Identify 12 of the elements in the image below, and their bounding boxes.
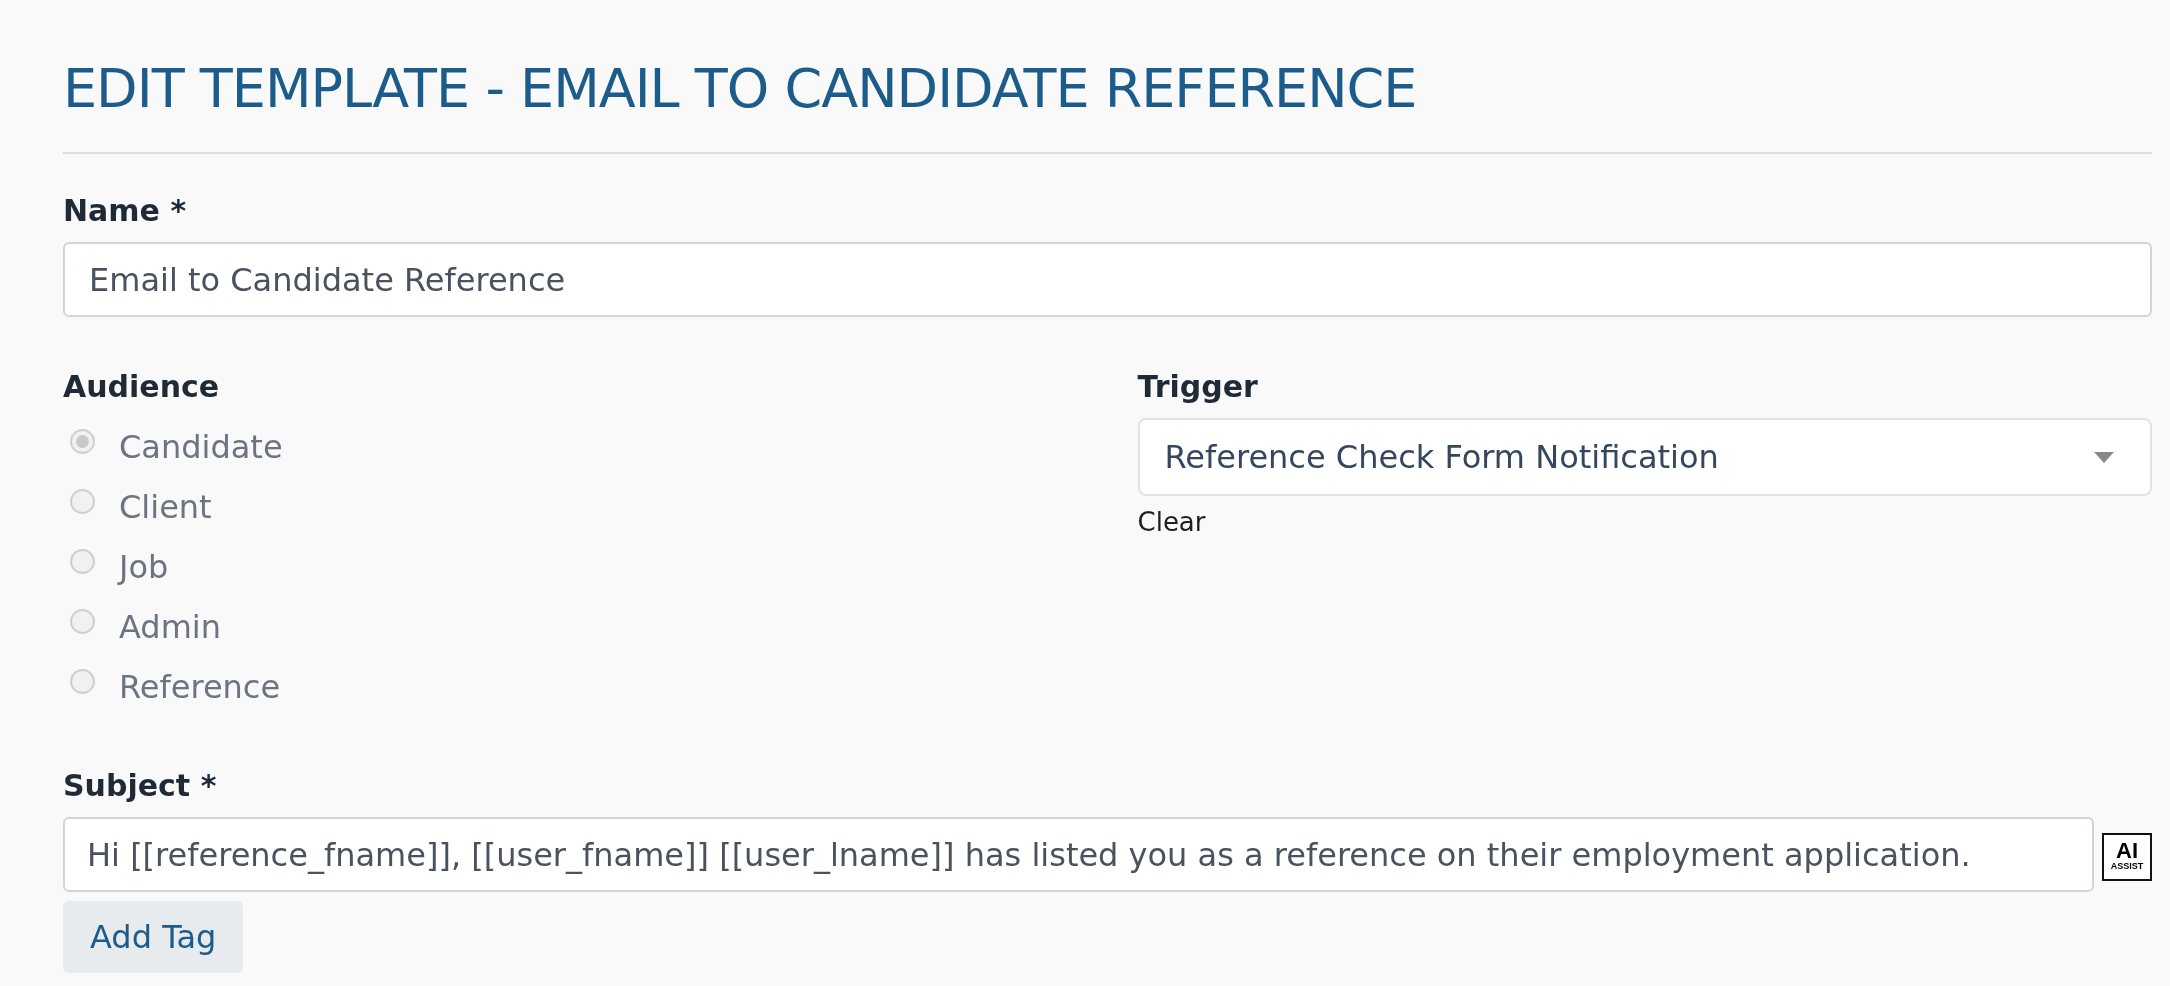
audience-label: Audience: [63, 369, 221, 405]
page-title: EDIT TEMPLATE - EMAIL TO CANDIDATE REFERENCE: [63, 57, 1418, 121]
caret-icon: [2094, 451, 2114, 463]
subject-label: Subject *: [63, 768, 218, 804]
subject-input[interactable]: Hi [[reference_fname]], [[user_fname]] [[user_lname]] has listed you as a reference on their employment application.: [63, 817, 2094, 892]
clear-link[interactable]: Clear: [1137, 507, 1206, 537]
add-tag-button[interactable]: Add Tag: [63, 901, 244, 973]
trigger-dropdown[interactable]: Reference Check Form Notification: [1137, 418, 2152, 496]
trigger-label: Trigger: [1137, 369, 1259, 405]
name-label: Name *: [63, 193, 188, 229]
name-input[interactable]: Email to Candidate Reference: [63, 242, 2152, 317]
ai-assist-button[interactable]: AI ASSIST: [2102, 832, 2152, 881]
